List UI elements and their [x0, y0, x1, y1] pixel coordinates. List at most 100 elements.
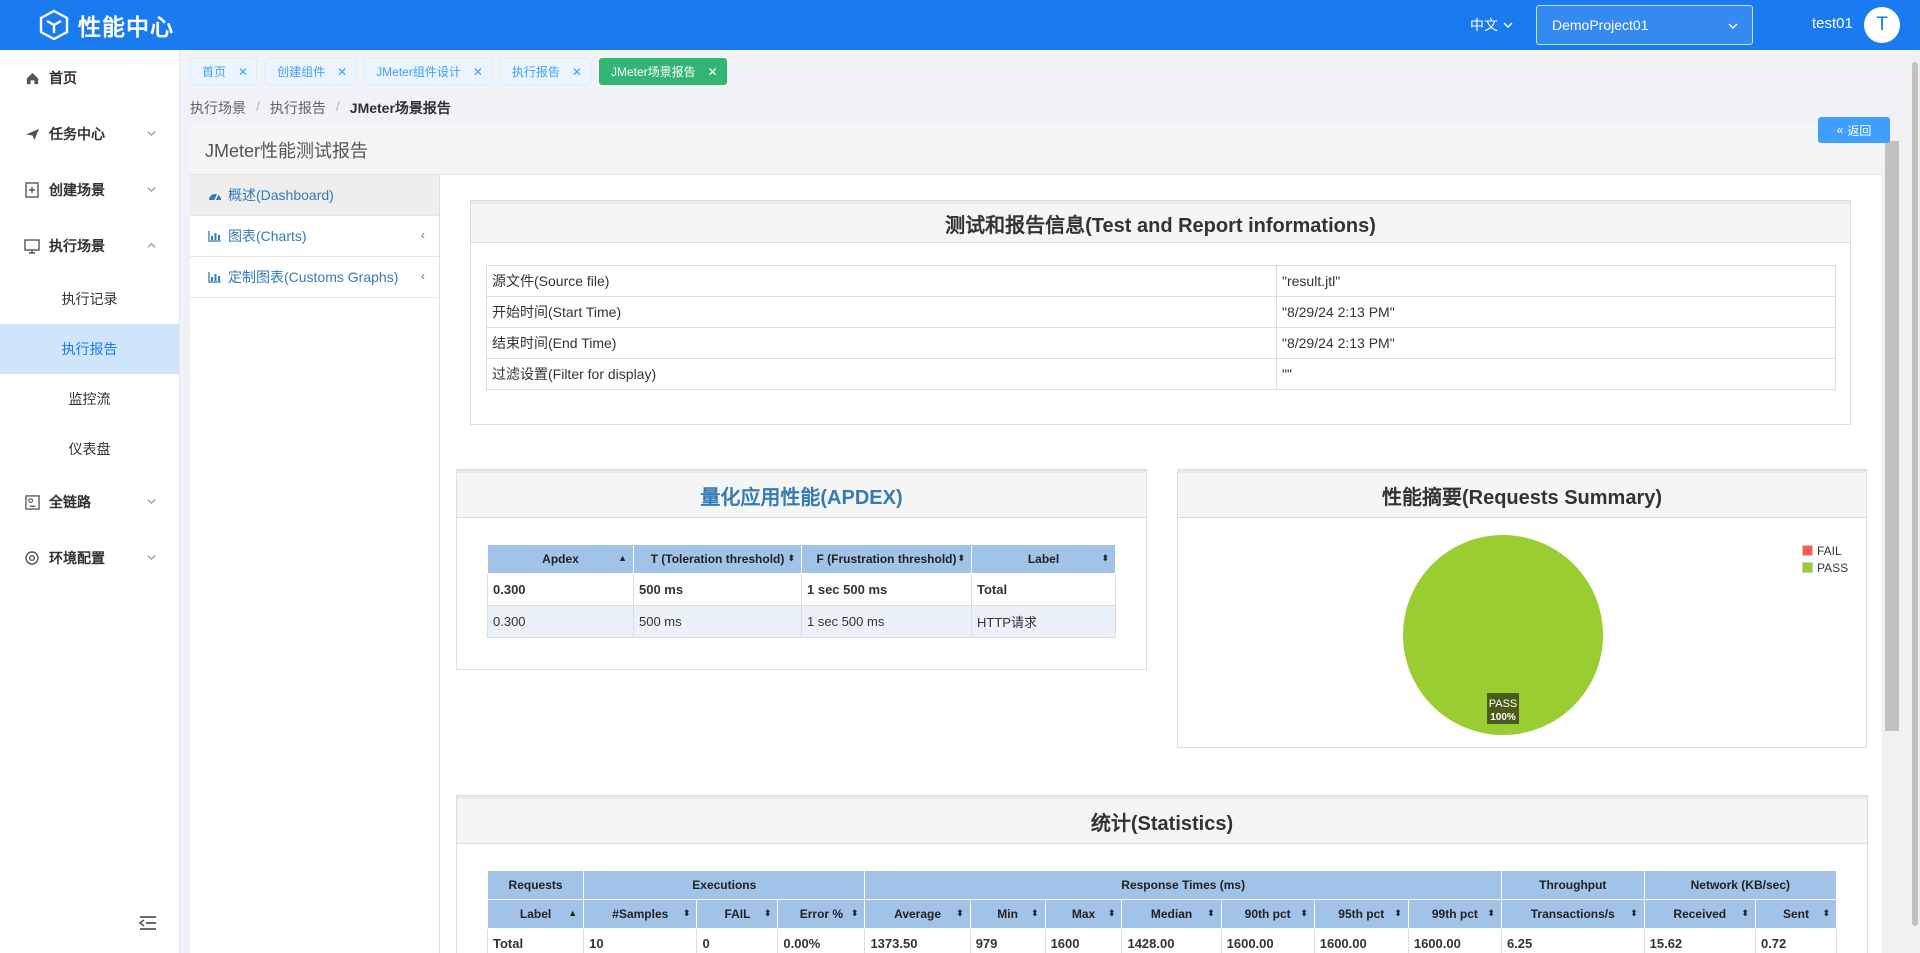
- cell: 1428.00: [1121, 928, 1222, 953]
- cube-logo-icon: [39, 9, 69, 41]
- sidebar-subitem-monitor-stream[interactable]: 监控流: [0, 374, 179, 424]
- back-button[interactable]: « 返回: [1818, 117, 1890, 143]
- tab-exec-report[interactable]: 执行报告 ✕: [499, 58, 591, 85]
- pie-data-label: PASS 100%: [1487, 693, 1519, 724]
- sidebar-subitem-exec-report[interactable]: 执行报告: [0, 324, 179, 374]
- breadcrumb-item[interactable]: 执行场景: [190, 98, 246, 118]
- link-icon: [24, 494, 40, 510]
- apdex-panel: 量化应用性能(APDEX) Apdex ▲ T (Toleration thres…: [456, 469, 1147, 670]
- group-header: Response Times (ms): [864, 870, 1502, 900]
- sidebar-subitem-exec-records[interactable]: 执行记录: [0, 274, 179, 324]
- sort-icon: ⬍: [763, 908, 772, 918]
- col-header[interactable]: Apdex ▲: [487, 544, 634, 574]
- scrollbar-thumb[interactable]: [1912, 62, 1918, 926]
- col-header[interactable]: F (Frustration threshold) ⬍: [801, 544, 972, 574]
- pie-label-name: PASS: [1489, 698, 1518, 710]
- cell: Total: [971, 573, 1116, 606]
- col-header[interactable]: Transactions/s ⬍: [1500, 899, 1645, 929]
- col-header[interactable]: Min ⬍: [969, 899, 1046, 929]
- sidebar-subitem-dashboard[interactable]: 仪表盘: [0, 424, 179, 474]
- sidebar: 首页 任务中心 创建场景 执行场景 执行记录 执行报告 监控流 仪表盘 全链路 …: [0, 50, 180, 953]
- breadcrumb-separator: /: [335, 98, 340, 114]
- tab-jmeter-design[interactable]: JMeter组件设计 ✕: [364, 58, 492, 85]
- chevron-down-icon: [147, 187, 156, 193]
- col-header[interactable]: FAIL ⬍: [696, 899, 779, 929]
- col-header[interactable]: Error % ⬍: [777, 899, 866, 929]
- avatar[interactable]: T: [1864, 7, 1900, 43]
- col-header[interactable]: Average ⬍: [864, 899, 971, 929]
- table-row: 0.300 500 ms 1 sec 500 ms HTTP请求: [487, 605, 1116, 638]
- col-header[interactable]: Label ⬍: [971, 544, 1116, 574]
- scrollbar-thumb[interactable]: [1885, 141, 1899, 731]
- chevron-down-icon: [1728, 23, 1738, 29]
- tab-jmeter-scene-report[interactable]: JMeter场景报告 ✕: [598, 58, 727, 85]
- chevron-left-icon: ‹: [421, 269, 425, 283]
- nav-charts[interactable]: 图表(Charts) ‹: [190, 216, 439, 257]
- col-header[interactable]: #Samples ⬍: [583, 899, 698, 929]
- sort-asc-icon: ▲: [568, 908, 578, 918]
- table-row: 0.300 500 ms 1 sec 500 ms Total: [487, 573, 1116, 606]
- username[interactable]: test01: [1812, 15, 1853, 32]
- sidebar-item-create-scene[interactable]: 创建场景: [0, 162, 179, 218]
- col-header[interactable]: 90th pct ⬍: [1220, 899, 1315, 929]
- col-header[interactable]: 99th pct ⬍: [1407, 899, 1502, 929]
- cell: 0.72: [1754, 928, 1838, 953]
- col-header[interactable]: Max ⬍: [1044, 899, 1123, 929]
- info-key: 过滤设置(Filter for display): [486, 358, 1277, 390]
- info-key: 开始时间(Start Time): [486, 296, 1277, 328]
- nav-label: 概述(Dashboard): [228, 187, 334, 203]
- table-row: 结束时间(End Time) "8/29/24 2:13 PM": [486, 327, 1836, 359]
- col-header[interactable]: Median ⬍: [1121, 899, 1222, 929]
- tab-bar: 首页 ✕ 创建组件 ✕ JMeter组件设计 ✕ 执行报告 ✕ JMeter场景报告 ✕: [190, 58, 727, 85]
- table-group-row: Requests Executions Response Times (ms) …: [486, 870, 1838, 900]
- project-select[interactable]: DemoProject01: [1536, 5, 1753, 45]
- info-panel: 测试和报告信息(Test and Report informations) 源文…: [470, 200, 1851, 425]
- cell: 10: [583, 928, 698, 953]
- page-scrollbar[interactable]: [1910, 50, 1920, 953]
- info-value: "8/29/24 2:13 PM": [1276, 296, 1836, 328]
- close-icon[interactable]: ✕: [473, 65, 483, 79]
- close-icon[interactable]: ✕: [337, 65, 347, 79]
- legend-item[interactable]: FAIL: [1802, 542, 1848, 559]
- cell: 1600.00: [1220, 928, 1315, 953]
- tab-create-component[interactable]: 创建组件 ✕: [265, 58, 357, 85]
- sort-icon: ⬍: [1107, 908, 1116, 918]
- breadcrumb-item[interactable]: 执行报告: [270, 98, 326, 118]
- close-icon[interactable]: ✕: [572, 65, 582, 79]
- group-header: Executions: [583, 870, 866, 900]
- cell: 0: [696, 928, 779, 953]
- info-key: 结束时间(End Time): [486, 327, 1277, 359]
- logo[interactable]: 性能中心: [38, 8, 174, 42]
- sort-icon: ⬍: [957, 553, 965, 563]
- sidebar-item-home[interactable]: 首页: [0, 50, 179, 106]
- close-icon[interactable]: ✕: [708, 65, 718, 79]
- bar-chart-icon: [208, 230, 222, 242]
- sidebar-item-full-link[interactable]: 全链路: [0, 474, 179, 530]
- sidebar-item-label: 环境配置: [49, 550, 105, 566]
- report-scrollbar[interactable]: [1882, 125, 1902, 953]
- logo-text: 性能中心: [78, 14, 174, 40]
- nav-dashboard[interactable]: 概述(Dashboard): [190, 175, 439, 216]
- cell: 15.62: [1643, 928, 1756, 953]
- nav-custom-graphs[interactable]: 定制图表(Customs Graphs) ‹: [190, 257, 439, 298]
- info-panel-title: 测试和报告信息(Test and Report informations): [471, 201, 1850, 243]
- sidebar-item-env-config[interactable]: 环境配置: [0, 530, 179, 586]
- legend-item[interactable]: PASS: [1802, 559, 1848, 576]
- table-header-row: Apdex ▲ T (Toleration threshold) ⬍ F (Frus…: [487, 544, 1116, 574]
- col-header[interactable]: T (Toleration threshold) ⬍: [633, 544, 802, 574]
- tab-home[interactable]: 首页 ✕: [190, 58, 258, 85]
- table-row: 源文件(Source file) "result.jtl": [486, 265, 1836, 297]
- cell: 0.00%: [777, 928, 866, 953]
- col-header[interactable]: 95th pct ⬍: [1313, 899, 1409, 929]
- back-button-label: 返回: [1847, 123, 1872, 138]
- cell: 500 ms: [633, 573, 802, 606]
- close-icon[interactable]: ✕: [238, 65, 248, 79]
- col-header[interactable]: Sent ⬍: [1754, 899, 1838, 929]
- sidebar-item-execute-scene[interactable]: 执行场景: [0, 218, 179, 274]
- col-header[interactable]: Label ▲: [486, 899, 585, 929]
- sort-asc-icon: ▲: [618, 553, 627, 563]
- sidebar-item-task-center[interactable]: 任务中心: [0, 106, 179, 162]
- collapse-menu-icon[interactable]: [138, 915, 158, 931]
- col-header[interactable]: Received ⬍: [1643, 899, 1756, 929]
- language-switch[interactable]: 中文: [1470, 15, 1514, 35]
